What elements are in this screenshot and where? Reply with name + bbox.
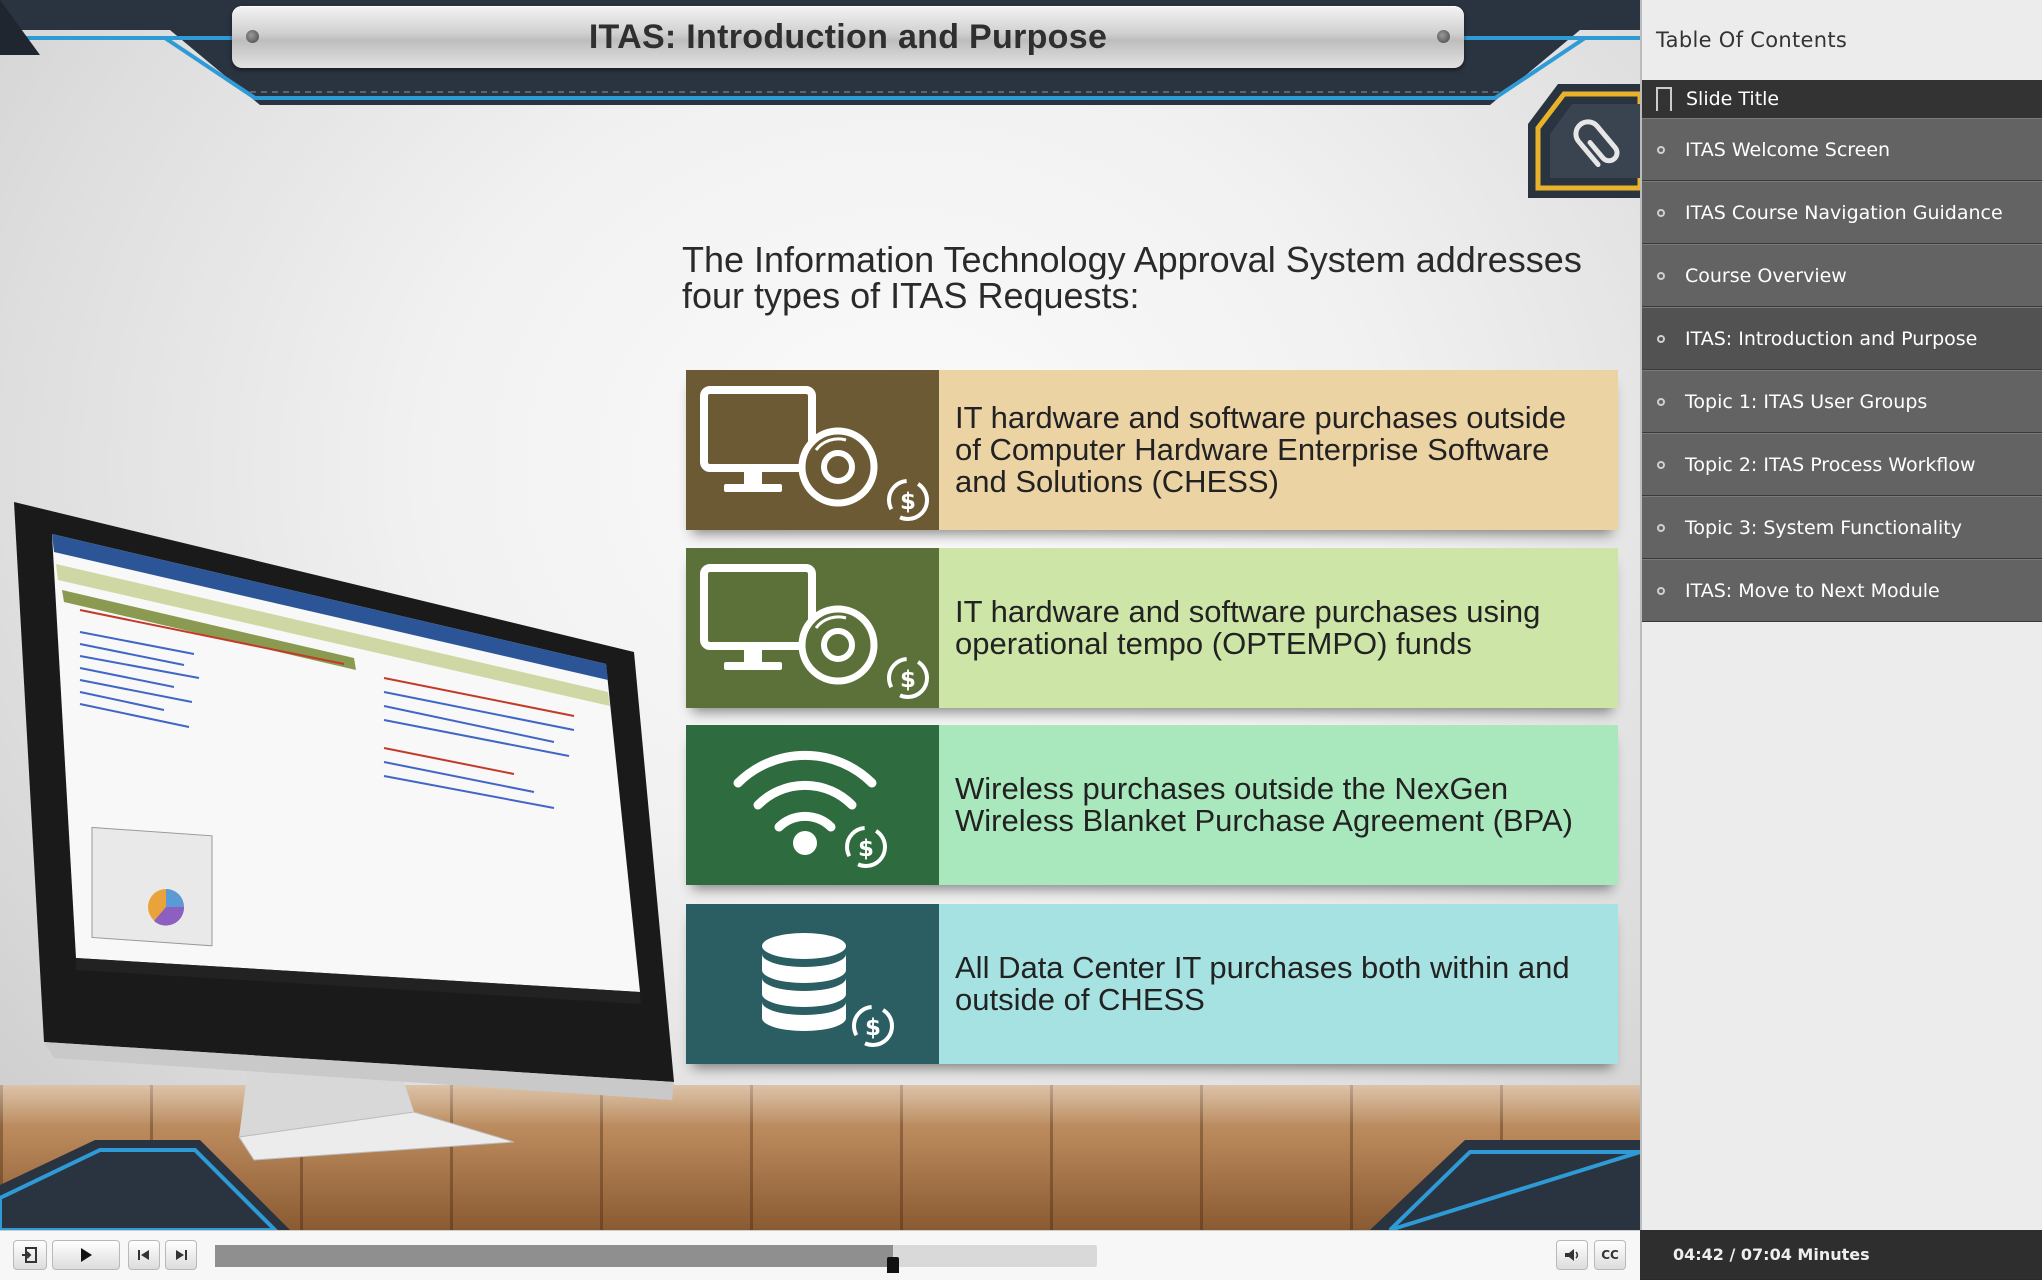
request-type-card-wireless: $ Wireless purchases outside the NexGen … [686, 725, 1618, 885]
seek-bar-handle[interactable] [887, 1257, 900, 1273]
card-text: IT hardware and software purchases outsi… [939, 370, 1618, 530]
bullet-icon [1657, 586, 1665, 595]
cc-icon: CC [1601, 1248, 1619, 1262]
slide-title: ITAS: Introduction and Purpose [588, 17, 1108, 56]
toc-header: Table Of Contents [1656, 28, 1848, 52]
monitor-disc-dollar-icon: $ [700, 386, 929, 521]
bullet-icon [1657, 334, 1665, 343]
bullet-icon [1657, 208, 1665, 217]
slide-title-bar: ITAS: Introduction and Purpose [232, 6, 1464, 68]
bullet-icon [1657, 145, 1665, 154]
slide-heading: The Information Technology Approval Syst… [682, 239, 1582, 316]
monitor-disc-dollar-icon: $ [700, 564, 929, 699]
card-icon-box: $ [686, 904, 939, 1064]
seek-bar-progress [215, 1245, 894, 1267]
next-icon [176, 1250, 187, 1260]
closed-captions-button[interactable]: CC [1594, 1240, 1626, 1270]
toc-item-process-workflow[interactable]: Topic 2: ITAS Process Workflow [1642, 433, 2042, 496]
bullet-icon [1657, 460, 1665, 469]
card-icon-box: $ [686, 725, 939, 885]
toc-item-navigation-guidance[interactable]: ITAS Course Navigation Guidance [1642, 181, 2042, 244]
card-text: IT hardware and software purchases using… [939, 548, 1618, 708]
svg-text:$: $ [900, 489, 916, 515]
wifi-dollar-icon: $ [733, 750, 887, 868]
previous-icon [138, 1250, 149, 1260]
volume-icon [1565, 1249, 1579, 1261]
play-button[interactable] [52, 1240, 120, 1270]
bullet-icon [1657, 271, 1665, 280]
card-icon-box: $ [686, 548, 939, 708]
toc-subheader: Slide Title [1642, 80, 2042, 118]
bullet-icon [1657, 397, 1665, 406]
request-type-card-data-center: $ All Data Center IT purchases both with… [686, 904, 1618, 1064]
previous-slide-button[interactable] [128, 1240, 160, 1270]
card-text: All Data Center IT purchases both within… [939, 904, 1618, 1064]
card-text: Wireless purchases outside the NexGen Wi… [939, 725, 1618, 885]
svg-text:$: $ [858, 836, 874, 862]
svg-text:$: $ [900, 667, 916, 693]
toc-item-course-overview[interactable]: Course Overview [1642, 244, 2042, 307]
bookmark-icon [1656, 87, 1672, 111]
exit-button[interactable] [13, 1240, 47, 1270]
toc-item-user-groups[interactable]: Topic 1: ITAS User Groups [1642, 370, 2042, 433]
database-dollar-icon: $ [762, 933, 894, 1047]
svg-text:$: $ [865, 1015, 881, 1041]
toc-item-introduction-and-purpose[interactable]: ITAS: Introduction and Purpose [1642, 307, 2042, 370]
exit-icon [22, 1247, 37, 1263]
computer-monitor-illustration [14, 502, 674, 1161]
slide-stage: ITAS: Introduction and Purpose The Infor… [0, 0, 1640, 1230]
paperclip-icon [1528, 84, 1640, 198]
play-icon [81, 1248, 92, 1262]
volume-button[interactable] [1556, 1240, 1588, 1270]
next-slide-button[interactable] [165, 1240, 197, 1270]
corner-frame-bottom-right [1370, 1140, 1640, 1230]
table-of-contents-panel: Table Of Contents Slide Title ITAS Welco… [1640, 0, 2042, 1230]
card-icon-box: $ [686, 370, 939, 530]
bullet-icon [1657, 523, 1665, 532]
attachments-button[interactable] [1528, 84, 1640, 198]
toc-item-next-module[interactable]: ITAS: Move to Next Module [1642, 559, 2042, 622]
toc-item-system-functionality[interactable]: Topic 3: System Functionality [1642, 496, 2042, 559]
request-type-card-optempo: $ IT hardware and software purchases usi… [686, 548, 1618, 708]
player-controls: CC [0, 1230, 1640, 1280]
toc-item-welcome-screen[interactable]: ITAS Welcome Screen [1642, 118, 2042, 181]
time-display: 04:42 / 07:04 Minutes [1640, 1230, 2042, 1279]
seek-bar[interactable] [215, 1245, 1097, 1273]
request-type-card-chess: $ IT hardware and software purchases out… [686, 370, 1618, 530]
